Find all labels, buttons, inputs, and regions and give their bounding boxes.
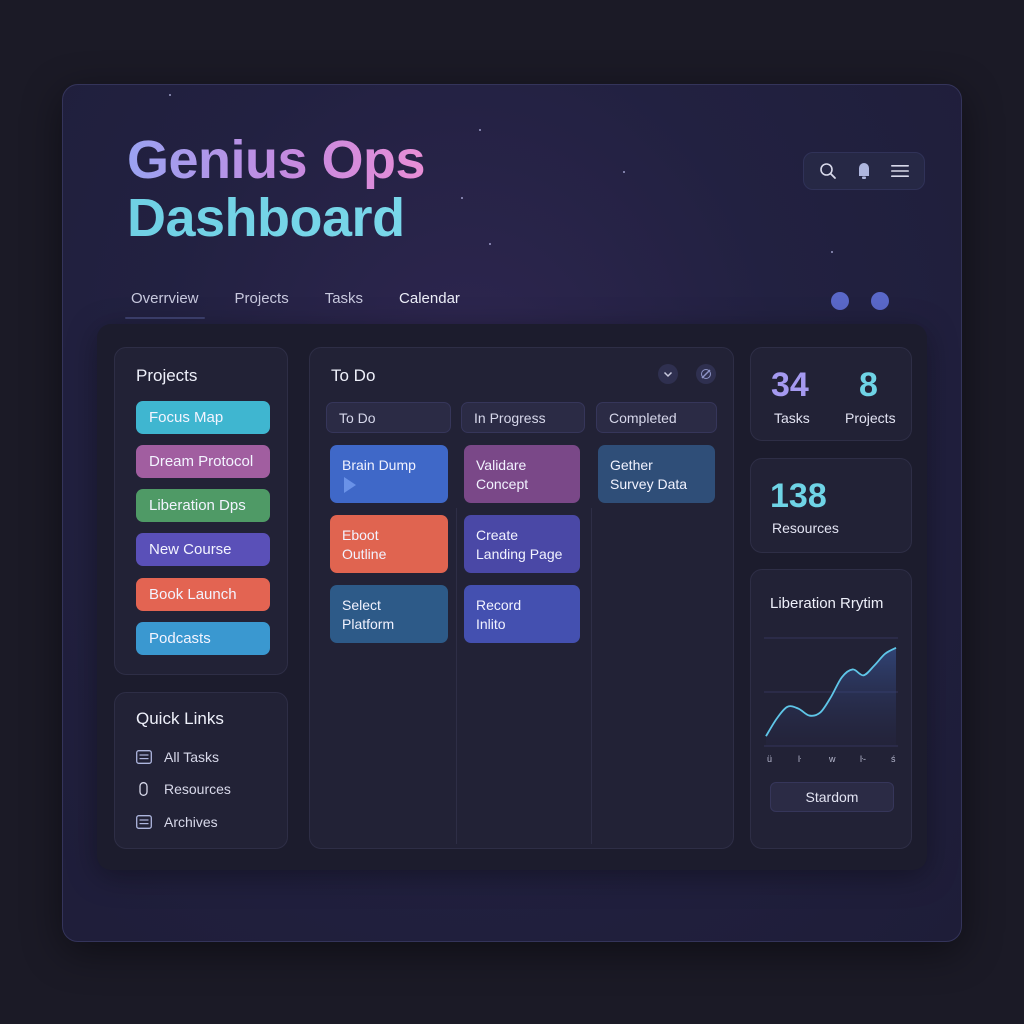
card-line-1: Select	[342, 597, 381, 613]
quick-link-all-tasks[interactable]: All Tasks	[136, 749, 219, 765]
card-line-1: Create	[476, 527, 519, 543]
status-dot[interactable]	[831, 292, 849, 310]
resources-panel: 138 Resources	[750, 458, 912, 553]
star	[169, 94, 171, 96]
quick-link-label: All Tasks	[164, 749, 219, 765]
star	[479, 129, 481, 131]
x-tick-label: ś	[891, 754, 896, 764]
board-dropdown-button[interactable]	[658, 364, 678, 384]
projects-panel: Projects Focus Map Dream Protocol Libera…	[114, 347, 288, 675]
card-line-2: Inlito	[476, 616, 506, 632]
column-divider	[591, 508, 592, 844]
x-tick-label: ü	[767, 754, 773, 764]
quick-links-panel: Quick Links All Tasks Resources Archives	[114, 692, 288, 849]
star	[489, 243, 491, 245]
x-tick-label: ŀ-	[860, 754, 867, 764]
project-podcasts[interactable]: Podcasts	[136, 622, 270, 655]
card-line-1: Validare	[476, 457, 527, 473]
menu-button[interactable]	[886, 157, 914, 185]
card-line-2: Concept	[476, 476, 529, 492]
task-card[interactable]: Brain Dump	[330, 445, 448, 503]
quick-link-label: Archives	[164, 814, 218, 830]
notifications-button[interactable]	[850, 157, 878, 185]
star	[831, 251, 833, 253]
card-line-2: Platform	[342, 616, 395, 632]
card-line-1: Record	[476, 597, 522, 613]
app-window: Genius Ops Dashboard Overrview Projects	[62, 84, 962, 942]
tab-tasks[interactable]: Tasks	[325, 290, 363, 319]
column-header-in-progress[interactable]: In Progress	[461, 402, 585, 433]
page-title: Genius Ops Dashboard	[127, 130, 426, 247]
bell-icon	[859, 163, 869, 179]
projects-title: Projects	[136, 366, 198, 385]
chart-title: Liberation Rrytim	[770, 595, 884, 612]
column-header-todo[interactable]: To Do	[326, 402, 451, 433]
card-line-2: Survey Data	[610, 476, 688, 492]
chart-action-button[interactable]: Stardom	[770, 782, 894, 812]
play-icon	[344, 477, 356, 493]
clip-icon	[136, 782, 152, 796]
project-new-course[interactable]: New Course	[136, 533, 270, 566]
tab-projects[interactable]: Projects	[235, 290, 289, 319]
board-title: To Do	[331, 366, 376, 385]
quick-link-archives[interactable]: Archives	[136, 814, 218, 830]
card-line-2: Outline	[342, 546, 387, 562]
task-card[interactable]: Record Inlito	[464, 585, 580, 643]
header-toolbar	[803, 152, 925, 190]
main-content: Projects Focus Map Dream Protocol Libera…	[97, 324, 927, 870]
stats-panel: 34 Tasks 8 Projects	[750, 347, 912, 441]
tab-calendar[interactable]: Calendar	[399, 290, 460, 319]
card-line-2: Landing Page	[476, 546, 563, 562]
project-liberation-dps[interactable]: Liberation Dps	[136, 489, 270, 522]
list-icon	[136, 750, 152, 764]
quick-links-title: Quick Links	[136, 709, 224, 728]
resources-label: Resources	[772, 520, 839, 536]
projects-label: Projects	[845, 410, 896, 426]
task-card[interactable]: Select Platform	[330, 585, 448, 643]
column-divider	[456, 508, 457, 844]
tasks-label: Tasks	[774, 410, 810, 426]
project-book-launch[interactable]: Book Launch	[136, 578, 270, 611]
title-line-1: Genius Ops	[127, 130, 426, 190]
quick-link-resources[interactable]: Resources	[136, 781, 231, 797]
quick-link-label: Resources	[164, 781, 231, 797]
area-chart	[764, 637, 898, 747]
task-card[interactable]: Gether Survey Data	[598, 445, 715, 503]
chevron-down-icon	[663, 371, 673, 377]
star	[461, 197, 463, 199]
resources-count: 138	[770, 477, 827, 515]
column-header-completed[interactable]: Completed	[596, 402, 717, 433]
task-card[interactable]: Validare Concept	[464, 445, 580, 503]
title-line-2: Dashboard	[127, 189, 425, 247]
search-button[interactable]	[814, 157, 842, 185]
card-line-1: Eboot	[342, 527, 379, 543]
tab-overview[interactable]: Overrview	[125, 290, 204, 319]
project-focus-map[interactable]: Focus Map	[136, 401, 270, 434]
status-dot[interactable]	[871, 292, 889, 310]
tasks-count: 34	[771, 366, 809, 404]
card-line-1: Brain Dump	[342, 457, 416, 473]
chart-panel: Liberation Rrytim ü ŀ w ŀ-ś Stardom	[750, 569, 912, 849]
star	[623, 171, 625, 173]
menu-icon	[891, 165, 909, 177]
board-settings-button[interactable]	[696, 364, 716, 384]
search-icon	[820, 163, 836, 179]
task-card[interactable]: Eboot Outline	[330, 515, 448, 573]
x-tick-label: ŀ	[798, 754, 802, 764]
nav-tabs: Overrview Projects Tasks Calendar	[125, 290, 460, 319]
archive-icon	[136, 815, 152, 829]
projects-count: 8	[859, 366, 878, 404]
todo-board: To Do To Do In Progress Completed Brain …	[309, 347, 734, 849]
task-card[interactable]: Create Landing Page	[464, 515, 580, 573]
x-tick-label: w	[829, 754, 836, 764]
card-line-1: Gether	[610, 457, 653, 473]
link-icon	[701, 369, 711, 379]
project-dream-protocol[interactable]: Dream Protocol	[136, 445, 270, 478]
